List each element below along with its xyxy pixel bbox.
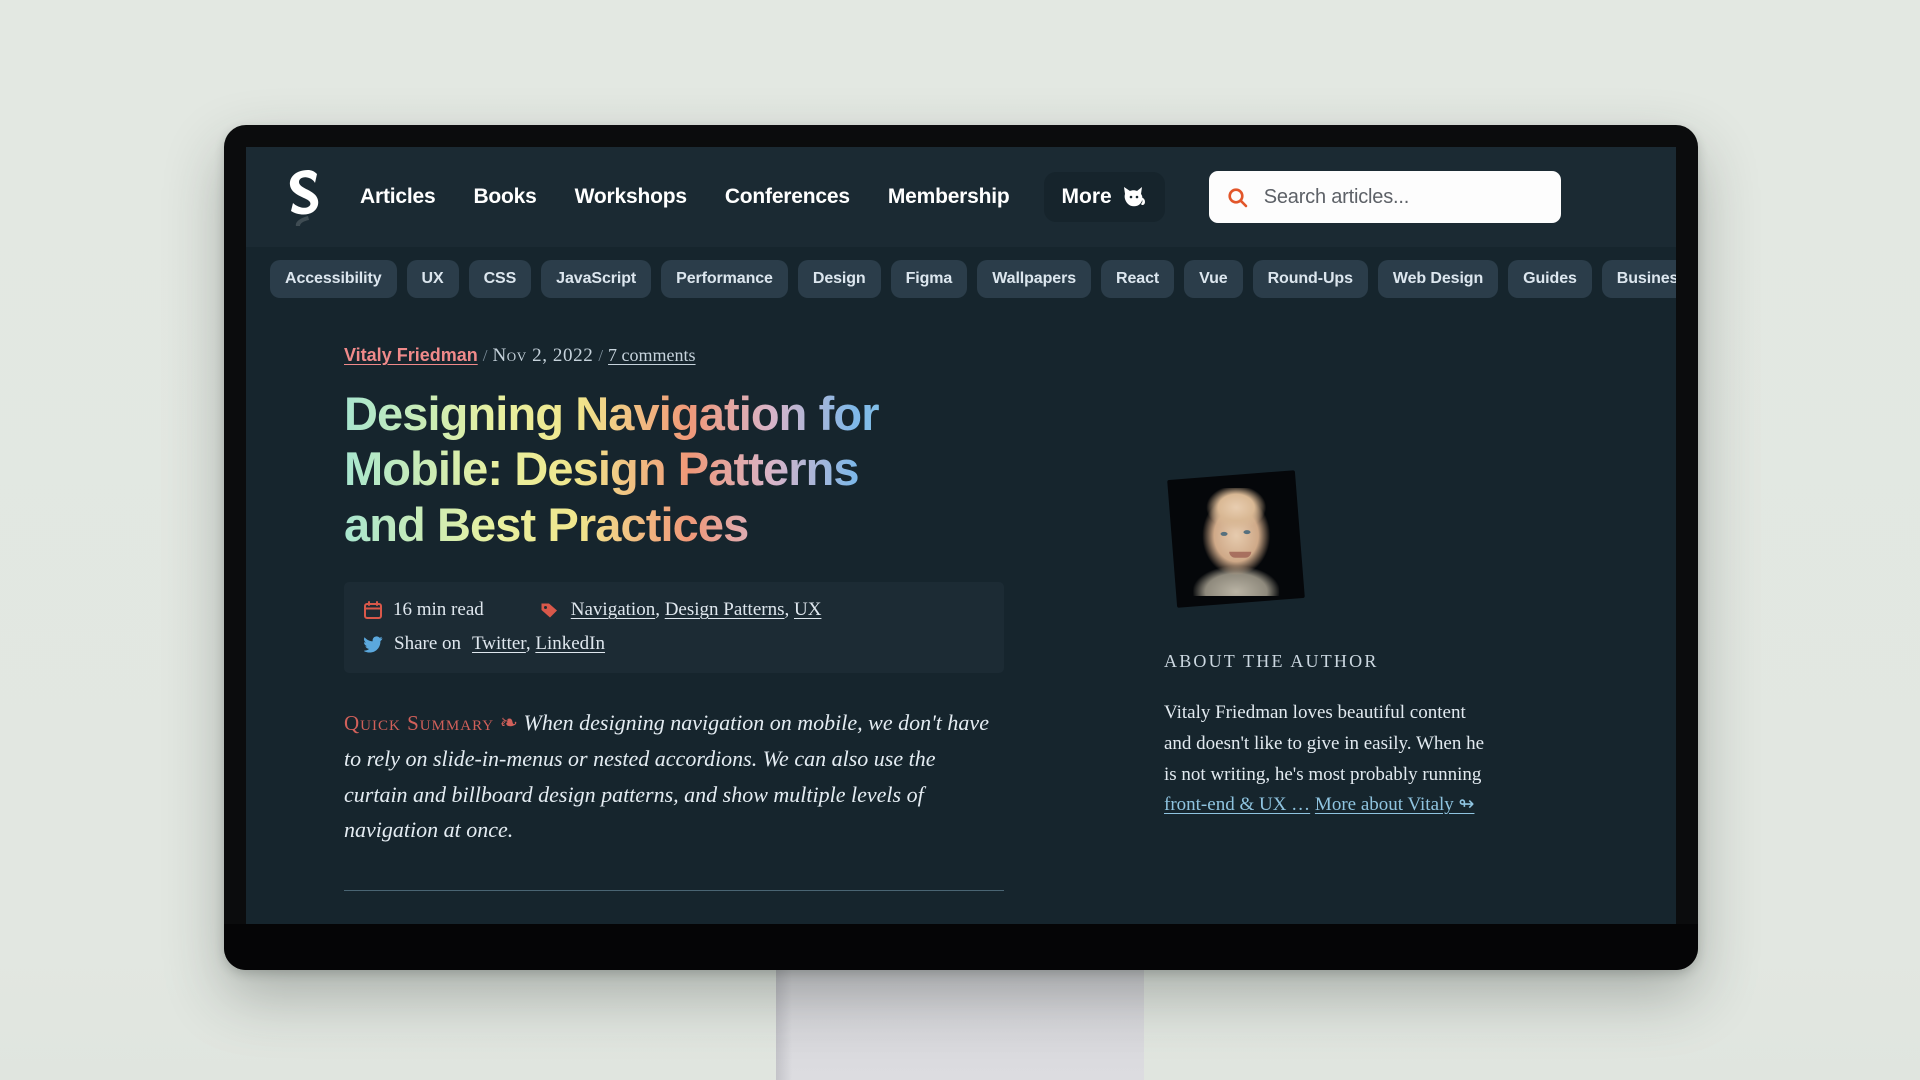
share-link-twitter[interactable]: Twitter [472, 633, 526, 654]
article-meta-box: 16 min read Navigation, Design Patterns, [344, 582, 1004, 674]
more-button-label: More [1061, 185, 1112, 208]
nav-item-books[interactable]: Books [457, 175, 552, 219]
bio-link-more-about-vitaly[interactable]: More about Vitaly ↬ [1315, 794, 1475, 815]
author-bio: Vitaly Friedman loves beautiful content … [1164, 698, 1494, 821]
tags-item: Navigation, Design Patterns, UX [540, 599, 822, 621]
search-input[interactable] [1261, 184, 1543, 210]
category-pill-vue[interactable]: Vue [1184, 260, 1243, 298]
more-button[interactable]: More [1043, 172, 1165, 222]
monitor-bezel: Articles Books Workshops Conferences Mem… [224, 125, 1698, 970]
portrait-mouth [1229, 551, 1252, 558]
category-pill-wallpapers[interactable]: Wallpapers [977, 260, 1092, 298]
category-pill-accessibility[interactable]: Accessibility [270, 260, 397, 298]
headline-line-1: Designing Navigation for Mobile: Design … [344, 386, 1034, 497]
share-links: Twitter, LinkedIn [472, 633, 606, 655]
tag-icon [540, 601, 560, 619]
desk-scene: Articles Books Workshops Conferences Mem… [0, 0, 1920, 1080]
nav-item-conferences[interactable]: Conferences [709, 175, 866, 219]
nav-item-articles[interactable]: Articles [344, 175, 451, 219]
category-filter-bar[interactable]: Accessibility UX CSS JavaScript Performa… [246, 247, 1676, 311]
tag-link-ux[interactable]: UX [794, 599, 821, 620]
byline-separator-2: / [598, 346, 604, 365]
headline-line-2: and Best Practices [344, 497, 1034, 552]
byline-date: Nov 2, 2022 [492, 345, 594, 366]
category-pill-guides[interactable]: Guides [1508, 260, 1592, 298]
calendar-icon [364, 601, 382, 620]
read-time-item: 16 min read [364, 599, 484, 621]
meta-row-read-tags: 16 min read Navigation, Design Patterns, [364, 599, 984, 621]
category-pill-business[interactable]: Business [1601, 260, 1676, 298]
read-time-label: 16 min read [393, 599, 484, 621]
search-box[interactable] [1208, 171, 1561, 223]
category-pill-css[interactable]: CSS [468, 260, 532, 298]
tag-list: Navigation, Design Patterns, UX [570, 599, 822, 621]
byline-comments-link[interactable]: 7 comments [608, 345, 696, 365]
cat-icon [1121, 186, 1147, 208]
share-link-linkedin[interactable]: LinkedIn [535, 633, 605, 654]
nav-item-membership[interactable]: Membership [872, 175, 1026, 219]
byline: Vitaly Friedman / Nov 2, 2022/7 comments [344, 345, 1044, 367]
author-portrait [1167, 470, 1305, 608]
portrait-face [1193, 487, 1280, 596]
nav-item-workshops[interactable]: Workshops [559, 175, 703, 219]
byline-author[interactable]: Vitaly Friedman [344, 345, 478, 365]
category-pill-performance[interactable]: Performance [661, 260, 788, 298]
leaf-icon: ❧ [499, 710, 519, 736]
meta-row-share: Share on Twitter, LinkedIn [364, 633, 984, 655]
article-main-column: Vitaly Friedman / Nov 2, 2022/7 comments D… [344, 345, 1044, 924]
divider [344, 889, 1004, 891]
quick-summary-label: Quick Summary [344, 711, 495, 736]
smashing-magazine-logo[interactable] [278, 166, 322, 228]
byline-separator-1: / [482, 346, 488, 365]
share-item: Share on Twitter, LinkedIn [364, 633, 605, 655]
category-pill-ux[interactable]: UX [406, 260, 459, 298]
tag-link-design-patterns[interactable]: Design Patterns [665, 599, 785, 620]
category-pill-web-design[interactable]: Web Design [1377, 260, 1499, 298]
twitter-icon [364, 636, 383, 653]
category-pill-figma[interactable]: Figma [890, 260, 968, 298]
category-pill-javascript[interactable]: JavaScript [541, 260, 652, 298]
search-icon [1227, 187, 1248, 208]
tag-link-navigation[interactable]: Navigation [571, 599, 655, 620]
about-the-author-label: ABOUT THE AUTHOR [1164, 651, 1379, 671]
page-title: Designing Navigation for Mobile: Design … [344, 386, 1034, 552]
category-pill-react[interactable]: React [1101, 260, 1175, 298]
category-pill-round-ups[interactable]: Round-Ups [1252, 260, 1368, 298]
screen: Articles Books Workshops Conferences Mem… [246, 147, 1676, 924]
category-pill-design[interactable]: Design [797, 260, 881, 298]
site-header: Articles Books Workshops Conferences Mem… [246, 147, 1676, 247]
bio-text-1: Vitaly Friedman loves beautiful content … [1164, 702, 1485, 785]
bio-link-frontend-ux[interactable]: front-end & UX … [1164, 794, 1310, 815]
author-sidebar: ABOUT THE AUTHOR Vitaly Friedman loves b… [1164, 345, 1494, 924]
quick-summary: Quick Summary ❧ When designing navigatio… [344, 705, 1004, 848]
monitor-stand [776, 968, 1144, 1080]
share-prefix: Share on [394, 633, 462, 655]
article-content: Vitaly Friedman / Nov 2, 2022/7 comments D… [246, 311, 1676, 924]
